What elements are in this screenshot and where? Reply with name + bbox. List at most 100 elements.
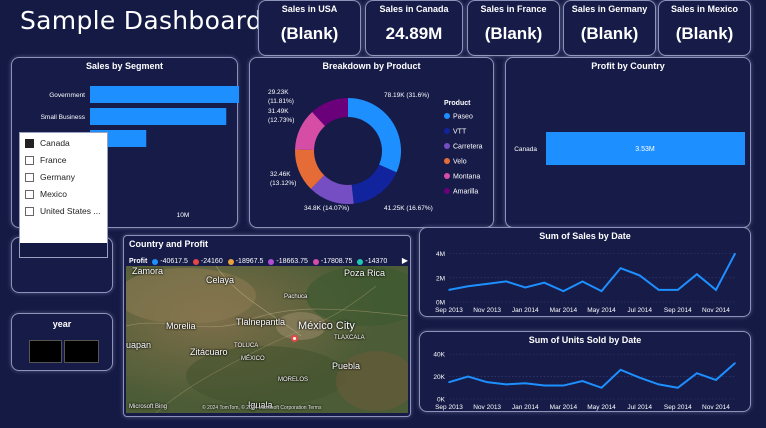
checkbox[interactable] [25,172,34,182]
legend-item-label: VTT [453,129,467,136]
data-point [505,280,507,283]
kpi-value: (Blank) [580,24,639,43]
map-title: Country and Profit [129,239,208,249]
legend-dot [357,258,364,265]
donut-data-label: 41.25K (16.67%) [384,205,433,212]
donut-data-label: 29.23K (11.81%) [268,89,294,105]
donut-data-label: 31.49K (12.73%) [268,108,294,124]
year-slicer-start[interactable] [29,340,62,363]
checkbox[interactable] [25,206,34,216]
y-tick-label: 0K [437,397,446,404]
profit-country-data-label: 3.53M [635,146,655,153]
segment-bar [90,86,239,103]
legend-item-label: Paseo [453,114,473,121]
kpi-card-mexico[interactable]: Sales in Mexico (Blank) [658,0,751,56]
breakdown-by-product-card[interactable]: Breakdown by Product 78.19K (31.6%) 41.25… [249,57,494,228]
kpi-value: (Blank) [675,24,734,43]
x-tick-label: Nov 2013 [473,404,501,411]
year-slicer-card[interactable]: year [11,313,113,371]
kpi-title: Sales in USA [281,4,338,14]
sales-by-date-card[interactable]: Sum of Sales by Date 0M 2M 4M Sep 2013 Nov 2… [419,227,751,317]
data-point [562,384,565,387]
legend-item-label: -18967.5 [235,258,264,265]
country-option-mexico[interactable]: Mexico [25,187,67,201]
x-tick-label: Jan 2014 [512,307,539,314]
y-tick-label: 20K [433,374,445,381]
donut-data-label: 78.19K (31.6%) [384,92,429,99]
y-tick-label: 40K [433,352,445,359]
units-by-date-chart[interactable]: 0K 20K 40K Sep 2013 Nov 2013 Jan 2014 Mar 2014… [420,332,752,413]
units-by-date-card[interactable]: Sum of Units Sold by Date 0K 20K 40K Sep 20… [419,331,751,412]
data-point [734,362,736,364]
kpi-title: Sales in Germany [571,4,648,14]
donut-legend-title: Product [444,100,471,107]
legend-next-icon[interactable]: ▶ [402,256,408,265]
legend-dot [192,258,199,265]
legend-dot [227,258,234,265]
legend-swatch [444,173,450,179]
map-label-uapan: uapan [126,340,152,350]
checkbox[interactable] [25,138,34,148]
kpi-card-usa[interactable]: Sales in USA (Blank) [258,0,361,56]
checkbox[interactable] [25,155,34,165]
kpi-card-canada[interactable]: Sales in Canada 24.89M [365,0,463,56]
donut-slice-vtt [351,164,397,204]
country-option-canada[interactable]: Canada [25,136,70,150]
x-tick-label: May 2014 [587,404,616,411]
legend-item-label: Montana [453,174,480,181]
map-pin-icon[interactable] [291,335,298,342]
sales-by-date-chart[interactable]: 0M 2M 4M Sep 2013 Nov 2013 Jan 2014 Mar 2014 Ma… [420,228,752,318]
series-line [448,253,736,293]
country-option-france[interactable]: France [25,153,66,167]
kpi-card-france[interactable]: Sales in France (Blank) [467,0,560,56]
country-option-germany[interactable]: Germany [25,170,75,184]
y-tick-label: 2M [436,275,445,282]
map-label-mexico-city: México City [298,320,355,332]
x-tick-label: Sep 2013 [435,307,463,314]
country-slicer-dropdown[interactable]: Canada France Germany Mexico United Stat… [19,132,108,258]
data-point [581,380,584,382]
x-tick-label: Sep 2013 [435,404,463,411]
data-point [543,281,546,284]
kpi-card-germany[interactable]: Sales in Germany (Blank) [563,0,656,56]
segment-bar [90,108,227,125]
year-slicer-end[interactable] [64,340,99,363]
series-line [448,362,736,389]
map-legend-label: Profit [129,258,148,265]
map-label-poza-rica: Poza Rica [344,268,386,278]
data-point [486,381,488,383]
map-view[interactable]: Zamora Poza Rica Celaya Pachuca Morelia … [126,266,408,413]
map-label-zamora: Zamora [132,266,164,276]
legend-item-label: Amarilla [453,189,478,196]
profit-by-country-chart[interactable]: Canada 3.53M [506,58,752,229]
option-label: United States ... [40,206,101,216]
map-label-toluca: TOLUCA [234,343,259,349]
kpi-value: 24.89M [385,24,443,43]
donut-data-label: 32.46K (13.12%) [270,171,296,187]
legend-swatch [444,188,450,194]
country-option-united-states[interactable]: United States ... [25,204,100,218]
option-label: Canada [40,138,70,148]
segment-label: Small Business [41,114,86,121]
map-label-tlaxcala: TLAXCALA [334,335,365,341]
data-point [448,289,450,291]
map-label-morelos: MORELOS [278,377,309,383]
product-donut-chart[interactable]: 78.19K (31.6%) 41.25K (16.67%) 34.8K (14.0… [250,58,495,229]
map-label-puebla: Puebla [332,361,361,371]
x-tick-label: Nov 2014 [702,404,730,411]
checkbox[interactable] [25,189,34,199]
legend-item-label: Carretera [453,144,483,151]
profit-by-country-card[interactable]: Profit by Country Canada 3.53M [505,57,751,228]
map-label-tlalnepantla: Tlalnepantla [236,317,286,327]
legend-swatch [444,113,450,119]
data-point [715,289,717,291]
kpi-value: (Blank) [280,24,339,43]
data-point [734,252,736,255]
option-label: Germany [40,172,75,182]
data-point [715,379,717,381]
slicer-selected-bar[interactable] [20,243,107,257]
legend-item-label: -24160 [200,258,223,265]
data-point [543,384,546,387]
legend-swatch [444,158,450,164]
segment-tick-label: 10M [177,212,190,219]
